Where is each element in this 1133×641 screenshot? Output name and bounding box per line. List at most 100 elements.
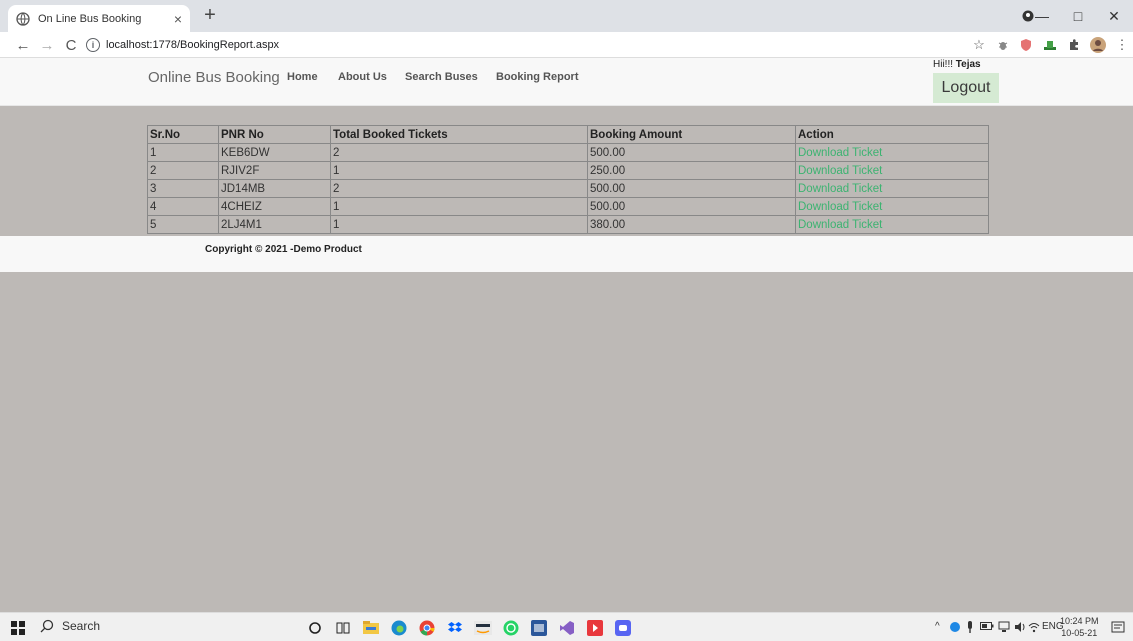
column-header: Total Booked Tickets bbox=[330, 125, 588, 144]
extension-hat-icon[interactable] bbox=[1040, 35, 1060, 55]
network-icon[interactable] bbox=[998, 621, 1010, 636]
dropbox-icon[interactable] bbox=[445, 618, 465, 638]
extensions-puzzle-icon[interactable] bbox=[1064, 35, 1084, 55]
column-header: Action bbox=[795, 125, 989, 144]
extension-bug-icon[interactable] bbox=[993, 35, 1013, 55]
tab-title: On Line Bus Booking bbox=[38, 12, 142, 25]
copyright-text: Copyright © 2021 -Demo Product bbox=[205, 244, 362, 255]
cortana-icon[interactable] bbox=[305, 618, 325, 638]
cell-action: Download Ticket bbox=[795, 215, 989, 234]
cell-amount: 500.00 bbox=[587, 197, 796, 216]
wifi-icon[interactable] bbox=[1028, 621, 1040, 636]
close-window-button[interactable]: ✕ bbox=[1096, 0, 1132, 32]
url-text: localhost:1778/BookingReport.aspx bbox=[106, 39, 280, 51]
visual-studio-icon[interactable] bbox=[557, 618, 577, 638]
table-row: 5 2LJ4M1 1 380.00 Download Ticket bbox=[147, 215, 989, 234]
volume-icon[interactable] bbox=[1014, 621, 1026, 636]
file-explorer-icon[interactable] bbox=[361, 618, 381, 638]
cell-pnr: 4CHEIZ bbox=[218, 197, 331, 216]
notification-icon[interactable] bbox=[1108, 618, 1128, 638]
cell-action: Download Ticket bbox=[795, 161, 989, 180]
user-name: Tejas bbox=[955, 59, 981, 70]
nav-home[interactable]: Home bbox=[287, 71, 318, 83]
column-header: Booking Amount bbox=[587, 125, 796, 144]
cell-sr-no: 5 bbox=[147, 215, 219, 234]
amazon-icon[interactable] bbox=[473, 618, 493, 638]
battery-icon[interactable] bbox=[980, 621, 994, 634]
browser-tab[interactable]: On Line Bus Booking × bbox=[8, 5, 190, 32]
edge-icon[interactable] bbox=[389, 618, 409, 638]
bookmark-star-icon[interactable]: ☆ bbox=[969, 35, 989, 55]
column-header: Sr.No bbox=[147, 125, 219, 144]
tab-close-icon[interactable]: × bbox=[174, 11, 182, 27]
browser-toolbar: ← → C i localhost:1778/BookingReport.asp… bbox=[0, 32, 1133, 58]
maximize-button[interactable]: □ bbox=[1060, 0, 1096, 32]
cell-tickets: 1 bbox=[330, 215, 588, 234]
globe-icon bbox=[16, 11, 30, 26]
browser-tab-bar: On Line Bus Booking × + — □ ✕ bbox=[0, 0, 1133, 32]
cell-action: Download Ticket bbox=[795, 179, 989, 198]
address-bar[interactable]: i localhost:1778/BookingReport.aspx bbox=[86, 35, 986, 55]
cell-amount: 380.00 bbox=[587, 215, 796, 234]
search-label: Search bbox=[62, 619, 101, 633]
taskbar-search[interactable]: Search bbox=[40, 619, 100, 633]
cell-action: Download Ticket bbox=[795, 143, 989, 162]
word-icon[interactable] bbox=[529, 618, 549, 638]
cell-sr-no: 1 bbox=[147, 143, 219, 162]
clock-time: 10:24 PM bbox=[1060, 616, 1099, 626]
back-button[interactable]: ← bbox=[12, 34, 34, 56]
booking-report-table: Sr.No PNR No Total Booked Tickets Bookin… bbox=[147, 125, 989, 234]
greeting-prefix: Hii!!! bbox=[933, 59, 956, 70]
download-ticket-link[interactable]: Download Ticket bbox=[798, 201, 882, 213]
cell-pnr: KEB6DW bbox=[218, 143, 331, 162]
cell-tickets: 1 bbox=[330, 161, 588, 180]
download-ticket-link[interactable]: Download Ticket bbox=[798, 219, 882, 231]
column-header: PNR No bbox=[218, 125, 331, 144]
nav-search-buses[interactable]: Search Buses bbox=[405, 71, 478, 83]
table-row: 3 JD14MB 2 500.00 Download Ticket bbox=[147, 179, 989, 198]
user-greeting: Hii!!! Tejas bbox=[933, 59, 981, 70]
logout-button[interactable]: Logout bbox=[933, 73, 999, 103]
chrome-icon[interactable] bbox=[417, 618, 437, 638]
download-ticket-link[interactable]: Download Ticket bbox=[798, 165, 882, 177]
nav-booking-report[interactable]: Booking Report bbox=[496, 71, 579, 83]
browser-menu-icon[interactable]: ⋮ bbox=[1112, 35, 1132, 55]
table-row: 1 KEB6DW 2 500.00 Download Ticket bbox=[147, 143, 989, 162]
reload-button[interactable]: C bbox=[60, 34, 82, 56]
cell-pnr: JD14MB bbox=[218, 179, 331, 198]
cell-action: Download Ticket bbox=[795, 197, 989, 216]
cell-sr-no: 3 bbox=[147, 179, 219, 198]
new-tab-button[interactable]: + bbox=[198, 4, 222, 28]
tray-chevron-icon[interactable]: ^ bbox=[935, 621, 940, 632]
download-ticket-link[interactable]: Download Ticket bbox=[798, 147, 882, 159]
microphone-icon[interactable] bbox=[966, 621, 974, 636]
cell-pnr: RJIV2F bbox=[218, 161, 331, 180]
windows-taskbar: Search ^ ENG 10:24 PM 10-05-21 bbox=[0, 612, 1133, 641]
extension-shield-icon[interactable] bbox=[1016, 35, 1036, 55]
site-footer: Copyright © 2021 -Demo Product bbox=[0, 236, 1133, 272]
media-icon[interactable] bbox=[585, 618, 605, 638]
table-row: 2 RJIV2F 1 250.00 Download Ticket bbox=[147, 161, 989, 180]
info-icon[interactable]: i bbox=[86, 38, 100, 52]
system-clock[interactable]: 10:24 PM 10-05-21 bbox=[1060, 615, 1099, 639]
windows-start-icon[interactable] bbox=[8, 618, 28, 638]
user-avatar[interactable] bbox=[1088, 35, 1108, 55]
nav-about-us[interactable]: About Us bbox=[338, 71, 387, 83]
table-row: 4 4CHEIZ 1 500.00 Download Ticket bbox=[147, 197, 989, 216]
search-icon bbox=[40, 619, 54, 633]
whatsapp-icon[interactable] bbox=[501, 618, 521, 638]
task-view-icon[interactable] bbox=[333, 618, 353, 638]
cell-sr-no: 2 bbox=[147, 161, 219, 180]
cell-amount: 500.00 bbox=[587, 179, 796, 198]
cell-pnr: 2LJ4M1 bbox=[218, 215, 331, 234]
discord-icon[interactable] bbox=[613, 618, 633, 638]
cell-tickets: 2 bbox=[330, 143, 588, 162]
download-ticket-link[interactable]: Download Ticket bbox=[798, 183, 882, 195]
forward-button[interactable]: → bbox=[36, 34, 58, 56]
cell-amount: 500.00 bbox=[587, 143, 796, 162]
table-header-row: Sr.No PNR No Total Booked Tickets Bookin… bbox=[147, 125, 989, 144]
brand-link[interactable]: Online Bus Booking bbox=[148, 69, 280, 86]
bluetooth-icon[interactable] bbox=[950, 621, 960, 636]
site-navbar: Online Bus Booking Home About Us Search … bbox=[0, 58, 1133, 106]
minimize-button[interactable]: — bbox=[1024, 0, 1060, 32]
